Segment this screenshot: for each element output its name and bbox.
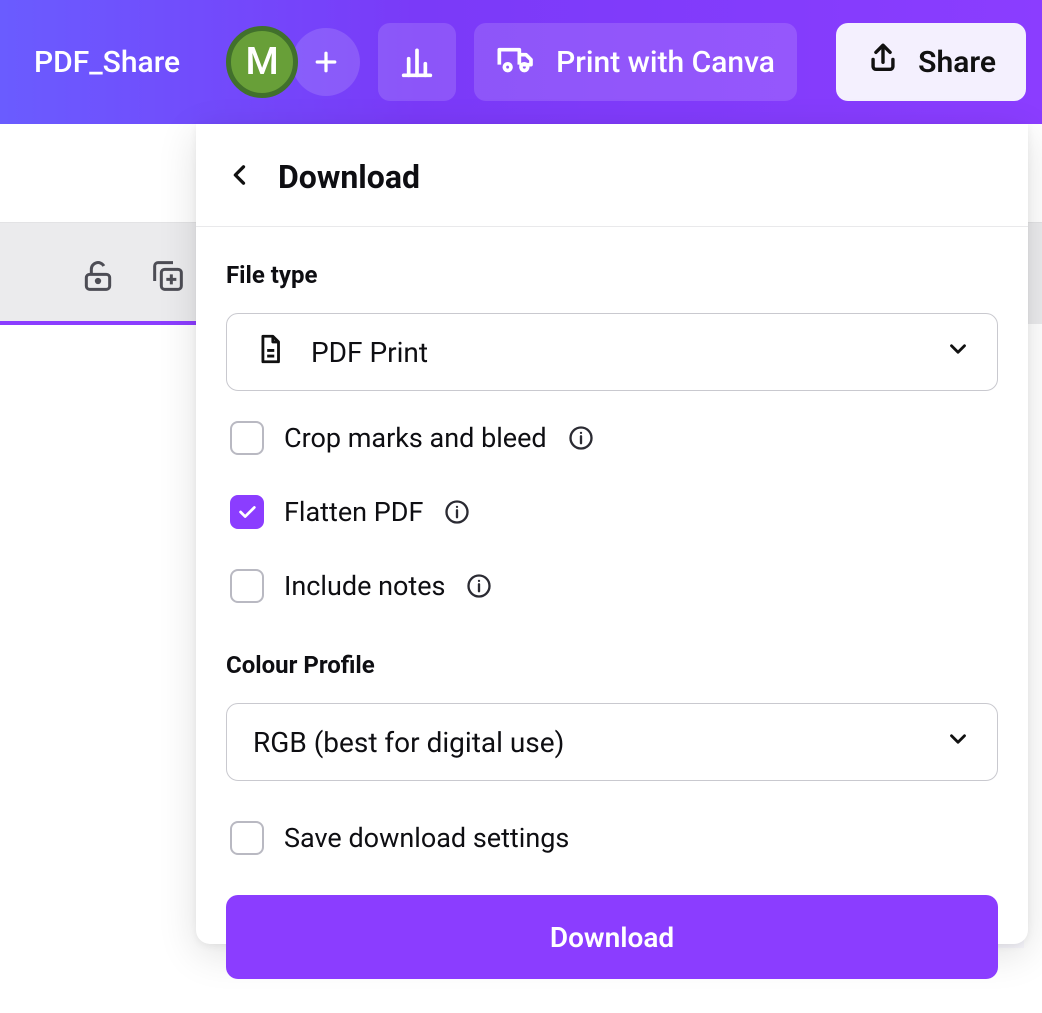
colour-profile-label: Colour Profile: [226, 651, 998, 679]
share-label: Share: [918, 45, 996, 80]
topbar: PDF_Share M Print with Canva Share: [0, 0, 1042, 124]
info-icon[interactable]: [465, 572, 493, 600]
include-notes-checkbox[interactable]: [230, 569, 264, 603]
save-settings-label: Save download settings: [284, 822, 569, 854]
colour-profile-select[interactable]: RGB (best for digital use): [226, 703, 998, 781]
colour-profile-value: RGB (best for digital use): [253, 726, 564, 759]
info-icon[interactable]: [567, 424, 595, 452]
print-with-canva-button[interactable]: Print with Canva: [474, 23, 797, 101]
avatar[interactable]: M: [226, 26, 298, 98]
download-panel: Download File type PDF Print Crop marks …: [196, 124, 1028, 944]
save-settings-checkbox[interactable]: [230, 821, 264, 855]
project-title[interactable]: PDF_Share: [34, 45, 180, 80]
crop-marks-checkbox[interactable]: [230, 421, 264, 455]
file-type-select[interactable]: PDF Print: [226, 313, 998, 391]
back-button[interactable]: [226, 161, 254, 193]
download-button[interactable]: Download: [226, 895, 998, 979]
flatten-pdf-label: Flatten PDF: [284, 496, 423, 528]
info-icon[interactable]: [443, 498, 471, 526]
insights-button[interactable]: [378, 23, 456, 101]
share-button[interactable]: Share: [836, 23, 1026, 101]
panel-title: Download: [278, 158, 420, 196]
chevron-down-icon: [945, 726, 971, 759]
save-settings-option[interactable]: Save download settings: [226, 811, 998, 865]
print-with-canva-label: Print with Canva: [556, 45, 775, 80]
file-type-value: PDF Print: [311, 336, 428, 369]
truck-icon: [496, 38, 536, 86]
flatten-pdf-option[interactable]: Flatten PDF: [226, 485, 998, 539]
selection-underline: [0, 321, 196, 325]
crop-marks-option[interactable]: Crop marks and bleed: [226, 411, 998, 465]
add-member-button[interactable]: [292, 28, 360, 96]
upload-icon: [866, 41, 900, 83]
flatten-pdf-checkbox[interactable]: [230, 495, 264, 529]
chevron-down-icon: [945, 336, 971, 369]
include-notes-option[interactable]: Include notes: [226, 559, 998, 613]
include-notes-label: Include notes: [284, 570, 445, 602]
lock-icon[interactable]: [78, 256, 118, 300]
document-icon: [253, 332, 287, 373]
copy-icon[interactable]: [148, 256, 188, 300]
crop-marks-label: Crop marks and bleed: [284, 422, 547, 454]
file-type-label: File type: [226, 261, 998, 289]
